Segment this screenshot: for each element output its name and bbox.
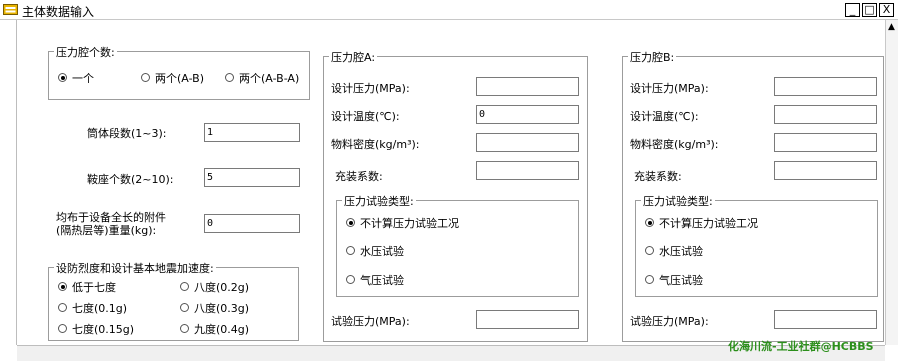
cylinder-segments-input[interactable]: 1 bbox=[204, 123, 300, 142]
chamber-a-test-type-legend: 压力试验类型: bbox=[342, 193, 416, 209]
chamber-a-fill-factor-input[interactable] bbox=[476, 161, 579, 180]
radio-b-pneumatic-test[interactable] bbox=[645, 275, 654, 284]
chamber-b-legend: 压力腔B: bbox=[628, 49, 677, 65]
chamber-a-test-pressure-input[interactable] bbox=[476, 310, 579, 329]
radio-seismic-7-01[interactable] bbox=[58, 303, 67, 312]
chamber-a-design-temp-input[interactable]: 0 bbox=[476, 105, 579, 124]
saddle-count-label: 鞍座个数(2~10): bbox=[87, 173, 174, 186]
radio-seismic-below7[interactable] bbox=[58, 282, 67, 291]
radio-a-hydro-test[interactable] bbox=[346, 246, 355, 255]
chamber-a-design-pressure-input[interactable] bbox=[476, 77, 579, 96]
chamber-b-design-pressure-label: 设计压力(MPa): bbox=[630, 82, 709, 95]
attachment-weight-input[interactable]: 0 bbox=[204, 214, 300, 233]
chamber-a-design-temp-label: 设计温度(℃): bbox=[331, 110, 400, 123]
chamber-a-density-input[interactable] bbox=[476, 133, 579, 152]
chamber-b-test-pressure-label: 试验压力(MPa): bbox=[630, 315, 709, 328]
chamber-b-density-label: 物料密度(kg/m³): bbox=[630, 138, 719, 151]
chamber-b-test-type-legend: 压力试验类型: bbox=[641, 193, 715, 209]
radio-label: 九度(0.4g) bbox=[194, 323, 250, 336]
radio-label: 一个 bbox=[72, 72, 94, 85]
chamber-a-legend: 压力腔A: bbox=[329, 49, 378, 65]
cylinder-segments-label: 筒体段数(1~3): bbox=[87, 127, 167, 140]
minimize-button[interactable]: _ bbox=[845, 3, 860, 17]
radio-a-no-test[interactable] bbox=[346, 218, 355, 227]
radio-label: 八度(0.2g) bbox=[194, 281, 250, 294]
radio-label: 低于七度 bbox=[72, 281, 116, 294]
chamber-a-density-label: 物料密度(kg/m³): bbox=[331, 138, 420, 151]
left-frame bbox=[0, 20, 17, 345]
radio-label: 水压试验 bbox=[360, 245, 404, 258]
chamber-b-design-temp-label: 设计温度(℃): bbox=[630, 110, 699, 123]
scroll-up-icon[interactable]: ▲ bbox=[888, 22, 895, 32]
radio-b-hydro-test[interactable] bbox=[645, 246, 654, 255]
window-title: 主体数据输入 bbox=[22, 5, 95, 19]
close-button[interactable]: X bbox=[879, 3, 894, 17]
chamber-b-test-pressure-input[interactable] bbox=[774, 310, 877, 329]
attachment-weight-label-2: (隔热层等)重量(kg): bbox=[56, 224, 157, 237]
app-icon bbox=[3, 4, 18, 15]
radio-chamber-one[interactable] bbox=[58, 73, 67, 82]
maximize-button[interactable]: □ bbox=[862, 3, 877, 17]
radio-label: 七度(0.15g) bbox=[72, 323, 135, 336]
radio-label: 八度(0.3g) bbox=[194, 302, 250, 315]
radio-label: 水压试验 bbox=[659, 245, 703, 258]
radio-b-no-test[interactable] bbox=[645, 218, 654, 227]
radio-label: 不计算压力试验工况 bbox=[360, 217, 459, 230]
radio-label: 两个(A-B) bbox=[155, 72, 204, 85]
chamber-b-fill-factor-input[interactable] bbox=[774, 161, 877, 180]
chamber-count-legend: 压力腔个数: bbox=[54, 44, 117, 60]
chamber-b-design-temp-input[interactable] bbox=[774, 105, 877, 124]
radio-label: 气压试验 bbox=[360, 274, 404, 287]
radio-seismic-9-04[interactable] bbox=[180, 324, 189, 333]
watermark-text: 化海川流-工业社群@HCBBS bbox=[728, 340, 874, 353]
radio-label: 两个(A-B-A) bbox=[239, 72, 300, 85]
radio-chamber-two-aba[interactable] bbox=[225, 73, 234, 82]
radio-a-pneumatic-test[interactable] bbox=[346, 275, 355, 284]
radio-seismic-7-015[interactable] bbox=[58, 324, 67, 333]
radio-seismic-8-02[interactable] bbox=[180, 282, 189, 291]
chamber-a-fill-factor-label: 充装系数: bbox=[335, 170, 383, 183]
chamber-b-design-pressure-input[interactable] bbox=[774, 77, 877, 96]
chamber-b-fill-factor-label: 充装系数: bbox=[634, 170, 682, 183]
radio-label: 不计算压力试验工况 bbox=[659, 217, 758, 230]
chamber-a-test-pressure-label: 试验压力(MPa): bbox=[331, 315, 410, 328]
chamber-a-design-pressure-label: 设计压力(MPa): bbox=[331, 82, 410, 95]
saddle-count-input[interactable]: 5 bbox=[204, 168, 300, 187]
radio-label: 气压试验 bbox=[659, 274, 703, 287]
radio-seismic-8-03[interactable] bbox=[180, 303, 189, 312]
seismic-legend: 设防烈度和设计基本地震加速度: bbox=[54, 260, 216, 276]
radio-chamber-two-ab[interactable] bbox=[141, 73, 150, 82]
vertical-scrollbar[interactable] bbox=[885, 20, 898, 345]
chamber-b-density-input[interactable] bbox=[774, 133, 877, 152]
radio-label: 七度(0.1g) bbox=[72, 302, 128, 315]
title-bar: 主体数据输入 _ □ X bbox=[0, 0, 898, 20]
